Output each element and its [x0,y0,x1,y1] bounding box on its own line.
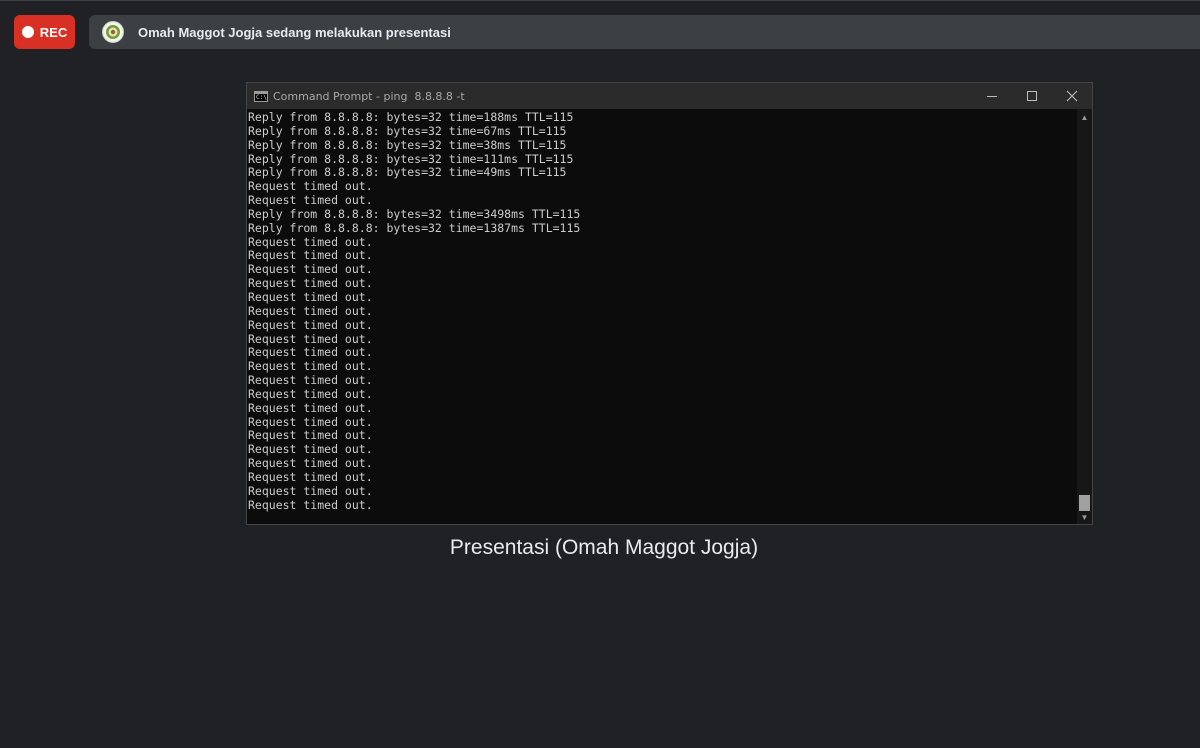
console-line: Reply from 8.8.8.8: bytes=32 time=49ms T… [248,165,567,180]
console-output[interactable]: Reply from 8.8.8.8: bytes=32 time=188ms … [247,109,1077,524]
console-line: Reply from 8.8.8.8: bytes=32 time=111ms … [248,151,574,166]
console-line: Request timed out. [248,428,373,443]
top-divider [0,0,1200,1]
record-dot-icon [21,26,34,38]
maggot-logo-icon [106,25,120,39]
console-line: Request timed out. [248,303,373,318]
presenter-avatar [102,21,124,43]
scroll-down-arrow-icon[interactable]: ▼ [1077,510,1092,524]
console-line: Request timed out. [248,193,373,208]
console-line: Request timed out. [248,317,373,332]
command-prompt-icon: C:\ [254,90,268,102]
console-line: Request timed out. [248,483,373,498]
console-line: Request timed out. [248,373,373,388]
console-line: Request timed out. [248,262,373,277]
close-button[interactable] [1052,83,1092,109]
window-title: Command Prompt - ping 8.8.8.8 -t [273,89,465,103]
console-line: Request timed out. [248,497,373,512]
scroll-up-arrow-icon[interactable]: ▲ [1077,110,1092,124]
console-line: Reply from 8.8.8.8: bytes=32 time=1387ms… [248,220,581,235]
scroll-thumb[interactable] [1079,495,1090,511]
presenting-text: Omah Maggot Jogja sedang melakukan prese… [138,24,451,40]
console-line: Request timed out. [248,414,373,429]
minimize-icon [987,95,997,97]
console-line: Request timed out. [248,345,373,360]
console-line: Request timed out. [248,359,373,374]
maximize-icon [1027,91,1037,101]
maximize-button[interactable] [1012,83,1052,109]
console-line: Reply from 8.8.8.8: bytes=32 time=3498ms… [248,206,581,221]
command-prompt-window[interactable]: C:\ Command Prompt - ping 8.8.8.8 -t Rep… [246,82,1093,525]
console-line: Reply from 8.8.8.8: bytes=32 time=188ms … [248,110,574,124]
presentation-caption: Presentasi (Omah Maggot Jogja) [449,536,759,559]
recording-label: REC [39,24,68,40]
window-titlebar[interactable]: C:\ Command Prompt - ping 8.8.8.8 -t [247,83,1092,109]
console-line: Reply from 8.8.8.8: bytes=32 time=67ms T… [248,123,567,138]
console-line: Request timed out. [248,234,373,249]
console-line: Request timed out. [248,179,373,194]
minimize-button[interactable] [972,83,1012,109]
console-line: Request timed out. [248,400,373,415]
console-line: Request timed out. [248,469,373,484]
console-line: Request timed out. [248,276,373,291]
console-line: Reply from 8.8.8.8: bytes=32 time=38ms T… [248,137,567,152]
console-line: Request timed out. [248,442,373,457]
console-line: Request timed out. [248,456,373,471]
recording-button[interactable]: REC [14,15,75,49]
vertical-scrollbar[interactable]: ▲ ▼ [1077,109,1092,524]
console-line: Request timed out. [248,248,373,263]
console-line: Request timed out. [248,331,373,346]
presenting-banner: Omah Maggot Jogja sedang melakukan prese… [89,15,1200,49]
console-line: Request timed out. [248,386,373,401]
close-icon [1066,90,1078,102]
console-line: Request timed out. [248,289,373,304]
